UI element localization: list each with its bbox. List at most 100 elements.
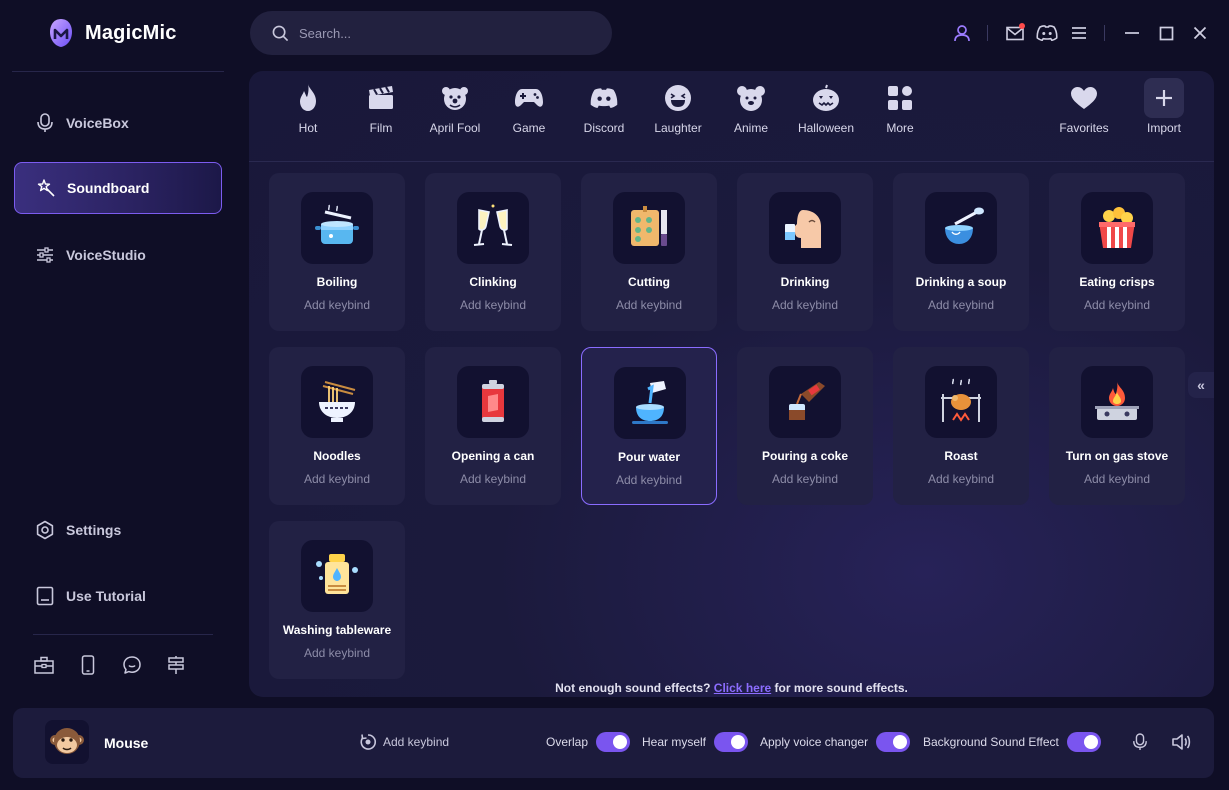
sidebar-item-label: VoiceStudio <box>66 247 146 263</box>
hear-myself-setting: Hear myself <box>642 732 749 752</box>
sound-card-eating-crisps[interactable]: Eating crisps Add keybind <box>1049 173 1185 331</box>
add-keybind-label: Add keybind <box>383 735 450 749</box>
divider <box>1104 25 1105 41</box>
category-april-fool[interactable]: April Fool <box>418 83 492 135</box>
mic-icon <box>34 112 56 134</box>
divider <box>987 25 988 41</box>
bear-icon <box>736 83 766 113</box>
click-here-link[interactable]: Click here <box>714 681 771 695</box>
pouring-water-icon <box>614 367 686 439</box>
app-title: MagicMic <box>85 21 177 44</box>
category-bar: Hot Film April Fool Game Discord Laughte… <box>249 71 1214 161</box>
maximize-icon[interactable] <box>1155 22 1177 44</box>
sound-card-boiling[interactable]: Boiling Add keybind <box>269 173 405 331</box>
overlap-setting: Overlap <box>546 732 631 752</box>
category-discord[interactable]: Discord <box>567 83 641 135</box>
clapperboard-icon <box>366 83 396 113</box>
sidebar-item-voicebox[interactable]: VoiceBox <box>14 97 222 149</box>
add-keybind-link[interactable]: Add keybind <box>737 298 873 312</box>
add-keybind-link[interactable]: Add keybind <box>581 298 717 312</box>
phone-icon[interactable] <box>77 654 99 676</box>
add-keybind-link[interactable]: Add keybind <box>582 473 716 487</box>
hear-myself-label: Hear myself <box>642 735 707 749</box>
add-keybind-link[interactable]: Add keybind <box>425 472 561 486</box>
apply-voice-changer-setting: Apply voice changer <box>760 732 911 752</box>
add-keybind-link[interactable]: Add keybind <box>1049 472 1185 486</box>
sound-card-clinking[interactable]: Clinking Add keybind <box>425 173 561 331</box>
sound-name: Cutting <box>628 275 670 289</box>
notification-dot <box>1019 23 1025 29</box>
sidebar-item-voicestudio[interactable]: VoiceStudio <box>14 229 222 281</box>
add-keybind-link[interactable]: Add keybind <box>1049 298 1185 312</box>
mail-icon[interactable] <box>1004 22 1026 44</box>
category-anime[interactable]: Anime <box>714 83 788 135</box>
user-icon[interactable] <box>951 22 973 44</box>
voice-avatar[interactable] <box>45 720 89 764</box>
gear-icon <box>34 519 56 541</box>
category-game[interactable]: Game <box>492 83 566 135</box>
category-label: Import <box>1146 121 1181 135</box>
category-halloween[interactable]: Halloween <box>789 83 863 135</box>
sound-card-pour-water[interactable]: Pour water Add keybind <box>581 347 717 505</box>
discord-icon[interactable] <box>1036 22 1058 44</box>
sound-card-drinking[interactable]: Drinking Add keybind <box>737 173 873 331</box>
add-keybind-link[interactable]: Add keybind <box>269 646 405 660</box>
search-icon <box>272 25 289 41</box>
category-label: Anime <box>733 121 768 135</box>
search-input[interactable] <box>299 25 579 41</box>
category-favorites[interactable]: Favorites <box>1047 83 1121 135</box>
category-label: Game <box>512 121 546 135</box>
sidebar-item-use-tutorial[interactable]: Use Tutorial <box>14 570 222 622</box>
category-more[interactable]: More <box>863 83 937 135</box>
sound-name: Pouring a coke <box>761 449 849 463</box>
app-logo[interactable]: MagicMic <box>48 18 177 48</box>
close-icon[interactable] <box>1189 22 1211 44</box>
collapse-panel-button[interactable]: « <box>1188 372 1214 398</box>
champagne-glasses-icon <box>457 192 529 264</box>
apply-voice-changer-toggle[interactable] <box>876 732 911 752</box>
category-laughter[interactable]: Laughter <box>641 83 715 135</box>
book-icon <box>34 585 56 607</box>
add-keybind-link[interactable]: Add keybind <box>269 298 405 312</box>
background-sound-effect-toggle[interactable] <box>1066 732 1101 752</box>
add-keybind-link[interactable]: Add keybind <box>425 298 561 312</box>
sound-card-roast[interactable]: Roast Add keybind <box>893 347 1029 505</box>
add-keybind-link[interactable]: Add keybind <box>269 472 405 486</box>
clown-icon <box>440 83 470 113</box>
signpost-icon[interactable] <box>165 654 187 676</box>
sidebar: MagicMic VoiceBox Soundboard VoiceStudio… <box>0 0 240 700</box>
sound-name: Washing tableware <box>282 623 392 637</box>
add-keybind-link[interactable]: Add keybind <box>893 298 1029 312</box>
sound-card-washing-tableware[interactable]: Washing tableware Add keybind <box>269 521 405 679</box>
category-hot[interactable]: Hot <box>271 83 345 135</box>
sound-card-drinking-a-soup[interactable]: Drinking a soup Add keybind <box>893 173 1029 331</box>
category-label: More <box>886 121 914 135</box>
microphone-icon[interactable] <box>1129 731 1151 753</box>
hear-myself-toggle[interactable] <box>714 732 749 752</box>
add-keybind-link[interactable]: Add keybind <box>737 472 873 486</box>
sound-card-opening-a-can[interactable]: Opening a can Add keybind <box>425 347 561 505</box>
import-button[interactable]: Import <box>1127 78 1201 135</box>
sound-card-pouring-a-coke[interactable]: Pouring a coke Add keybind <box>737 347 873 505</box>
speaker-icon[interactable] <box>1170 731 1192 753</box>
boiling-pot-icon <box>301 192 373 264</box>
category-film[interactable]: Film <box>344 83 418 135</box>
monkey-icon <box>50 728 84 754</box>
washing-dishes-icon <box>301 540 373 612</box>
sound-name: Drinking <box>780 275 830 289</box>
sound-card-noodles[interactable]: Noodles Add keybind <box>269 347 405 505</box>
sound-card-cutting[interactable]: Cutting Add keybind <box>581 173 717 331</box>
sound-card-turn-on-gas-stove[interactable]: Turn on gas stove Add keybind <box>1049 347 1185 505</box>
more-note-prefix: Not enough sound effects? <box>555 681 711 695</box>
toolbox-icon[interactable] <box>33 654 55 676</box>
add-keybind-link[interactable]: Add keybind <box>893 472 1029 486</box>
sound-name: Drinking a soup <box>915 275 1007 289</box>
search-bar[interactable] <box>250 11 612 55</box>
add-keybind-button[interactable]: Add keybind <box>359 733 449 751</box>
overlap-toggle[interactable] <box>596 732 631 752</box>
sidebar-item-settings[interactable]: Settings <box>14 504 222 556</box>
chat-icon[interactable] <box>121 654 143 676</box>
sidebar-item-soundboard[interactable]: Soundboard <box>14 162 222 214</box>
menu-icon[interactable] <box>1068 22 1090 44</box>
minimize-icon[interactable] <box>1121 22 1143 44</box>
